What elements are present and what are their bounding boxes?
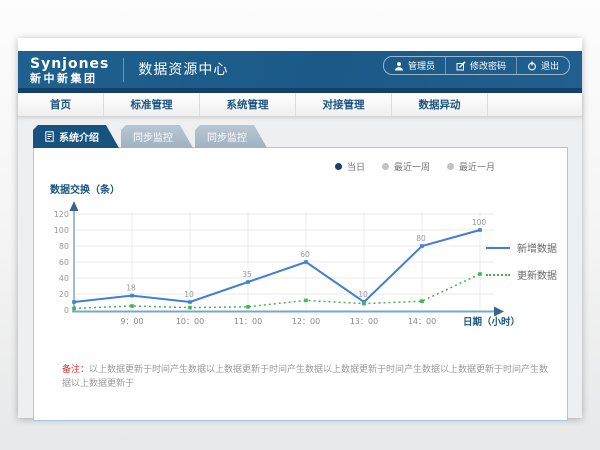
svg-text:10: 10: [358, 290, 368, 299]
logo: Synjones 新中新集团: [30, 55, 109, 84]
svg-text:100: 100: [54, 226, 69, 235]
radio-label: 最近一月: [459, 160, 495, 173]
footnote: 备注：以上数据更新于时间产生数据以上数据更新于时间产生数据以上数据更新于时间产生…: [62, 364, 549, 391]
tab-bar: 系统介绍 同步监控 同步监控: [33, 125, 267, 148]
line-chart: 0 20 40 60 80 100 120 9：00 10：00 11：00 12：00 13：00 1…: [44, 198, 524, 340]
period-radio-最近一周[interactable]: 最近一周: [382, 160, 430, 173]
document-icon: [45, 131, 54, 142]
svg-text:40: 40: [59, 274, 69, 283]
main-nav: 首页标准管理系统管理对接管理数据异动: [18, 93, 582, 117]
footnote-prefix: 备注：: [62, 365, 89, 375]
header-button-label: 修改密码: [470, 59, 506, 72]
svg-text:日期（小时）: 日期（小时）: [463, 316, 520, 328]
y-axis-title: 数据交换（条）: [50, 181, 120, 196]
chart-panel: 当日 最近一周 最近一月 数据交换（条） 0 20 40 60 80 100 120 9：00 10…: [33, 147, 568, 421]
power-icon: [527, 61, 537, 71]
legend-item-更新数据: 更新数据: [486, 267, 557, 282]
nav-item-系统管理[interactable]: 系统管理: [200, 93, 296, 116]
svg-text:10：00: 10：00: [176, 317, 204, 326]
nav-item-数据异动[interactable]: 数据异动: [392, 93, 488, 116]
svg-text:120: 120: [54, 210, 69, 219]
period-radio-最近一月[interactable]: 最近一月: [447, 160, 495, 173]
svg-text:60: 60: [300, 250, 310, 259]
period-radio-当日[interactable]: 当日: [335, 160, 365, 173]
tab-同步监控-1[interactable]: 同步监控: [121, 125, 193, 148]
logo-subtext: 新中新集团: [30, 73, 109, 84]
svg-text:12：00: 12：00: [292, 317, 320, 326]
radio-dot-icon: [447, 163, 454, 170]
chart-svg: 0 20 40 60 80 100 120 9：00 10：00 11：00 12：00 13：00 1…: [44, 198, 524, 340]
tab-同步监控-2[interactable]: 同步监控: [195, 125, 267, 148]
radio-dot-icon: [382, 163, 389, 170]
svg-text:0: 0: [64, 306, 69, 315]
nav-item-首页[interactable]: 首页: [18, 93, 104, 116]
tab-系统介绍-0[interactable]: 系统介绍: [33, 125, 119, 148]
svg-text:35: 35: [242, 270, 252, 279]
user-icon: [394, 61, 404, 71]
chart-legend: 新增数据更新数据: [486, 240, 557, 282]
footnote-text: 以上数据更新于时间产生数据以上数据更新于时间产生数据以上数据更新于时间产生数据以…: [62, 365, 548, 389]
header-button-label: 退出: [541, 59, 559, 72]
svg-text:14：00: 14：00: [408, 317, 436, 326]
legend-line-sample: [486, 247, 510, 249]
legend-label: 新增数据: [517, 240, 557, 255]
svg-text:100: 100: [472, 218, 487, 227]
svg-text:80: 80: [59, 242, 69, 251]
content-area: 系统介绍 同步监控 同步监控 当日 最近一周 最近一月 数据交换（条） 0 20 40 60 8…: [18, 117, 582, 418]
header-actions: 管理员 修改密码 退出: [383, 56, 570, 75]
svg-text:13：00: 13：00: [350, 317, 378, 326]
svg-text:9：00: 9：00: [120, 317, 143, 326]
svg-text:20: 20: [59, 290, 69, 299]
radio-label: 最近一周: [394, 160, 430, 173]
svg-text:18: 18: [126, 284, 136, 293]
page: Synjones 新中新集团 数据资源中心 管理员修改密码退出 首页标准管理系统…: [18, 38, 582, 418]
logo-text: Synjones: [30, 57, 109, 71]
header-button-修改密码[interactable]: 修改密码: [445, 57, 516, 74]
svg-text:11：00: 11：00: [234, 317, 262, 326]
header-button-退出[interactable]: 退出: [516, 57, 569, 74]
svg-text:10: 10: [184, 290, 194, 299]
nav-item-标准管理[interactable]: 标准管理: [104, 93, 200, 116]
page-top-strip: [18, 38, 582, 51]
radio-label: 当日: [347, 160, 365, 173]
svg-text:80: 80: [416, 234, 426, 243]
tab-label: 同步监控: [133, 129, 173, 144]
svg-text:60: 60: [59, 258, 69, 267]
tab-label: 同步监控: [207, 129, 247, 144]
legend-label: 更新数据: [517, 267, 557, 282]
page-title: 数据资源中心: [123, 58, 228, 82]
legend-line-sample: [486, 274, 510, 276]
period-filter-group: 当日 最近一周 最近一月: [335, 160, 495, 173]
tab-label: 系统介绍: [59, 129, 99, 144]
legend-item-新增数据: 新增数据: [486, 240, 557, 255]
edit-icon: [456, 61, 466, 71]
header-button-管理员[interactable]: 管理员: [384, 57, 445, 74]
nav-item-对接管理[interactable]: 对接管理: [296, 93, 392, 116]
header-button-label: 管理员: [408, 59, 435, 72]
radio-dot-icon: [335, 163, 342, 170]
app-header: Synjones 新中新集团 数据资源中心 管理员 修改密码 退出: [18, 51, 582, 88]
